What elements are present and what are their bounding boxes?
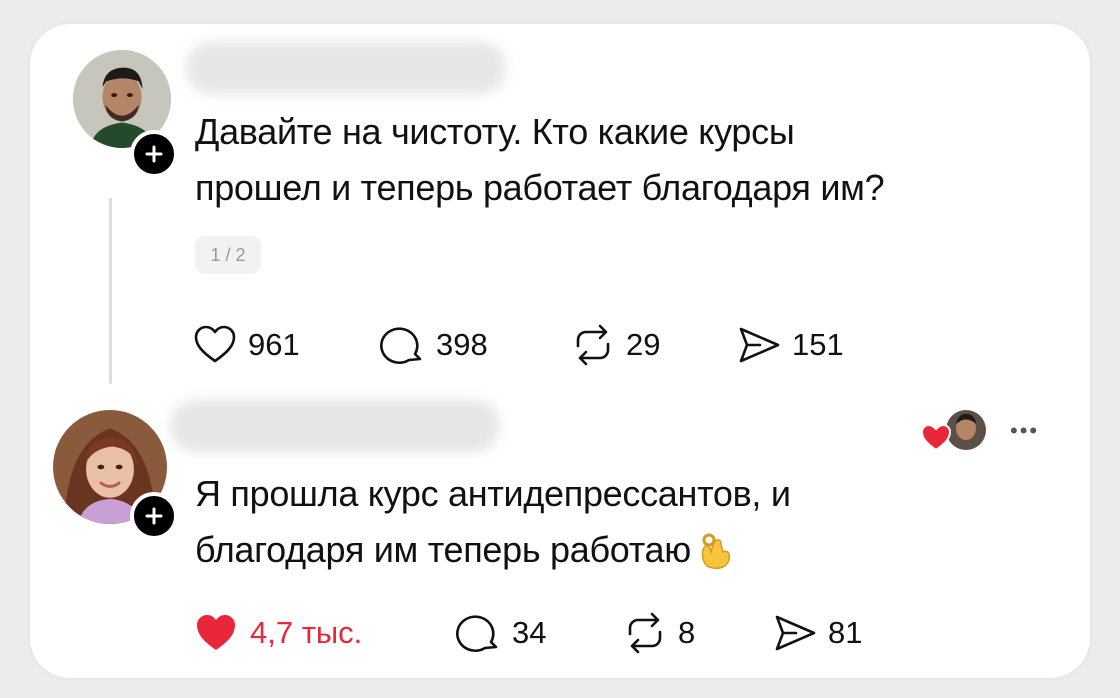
share-icon [775,615,816,651]
comment-button[interactable]: 398 [380,322,488,368]
share-count: 151 [792,327,844,362]
reply-author-name-redacted [170,400,500,452]
reply-reply-count: 34 [512,615,547,650]
comment-icon [456,615,498,652]
reply-repost-count: 8 [678,615,696,650]
post-text-line-1: Давайте на чистоту. Кто какие курсы [195,111,795,152]
author-liked-indicator [920,406,990,454]
post-text-line-2: прошел и теперь работает благодаря им? [195,167,885,208]
like-button[interactable]: 961 [192,322,300,368]
heart-outline-icon [194,325,236,363]
reply-share-button[interactable]: 81 [772,610,862,656]
repost-icon [628,612,662,654]
follow-plus-button[interactable] [130,130,178,178]
reply-like-count: 4,7 тыс. [250,615,363,650]
repost-count: 29 [626,327,661,362]
reply-text: Я прошла курс антидепрессантов, и благод… [195,466,1015,578]
reply-follow-plus-button[interactable] [130,492,178,540]
reply-text-line-2-text: благодаря им теперь работаю [195,529,691,570]
post-text: Давайте на чистоту. Кто какие курсы прош… [195,104,1015,216]
media-pager[interactable]: 1 / 2 [195,236,261,274]
heart-filled-icon [197,615,235,650]
reply-comment-button[interactable]: 34 [456,610,546,656]
comment-icon [380,327,422,364]
share-button[interactable]: 151 [736,322,844,368]
more-icon[interactable]: ••• [1010,418,1039,444]
reply-text-line-2: благодаря им теперь работаю [195,522,1015,578]
reply-repost-button[interactable]: 8 [622,610,695,656]
liked-heart-icon [920,423,952,452]
author-name-redacted [186,42,506,94]
reply-share-count: 81 [828,615,863,650]
reply-text-line-1: Я прошла курс антидепрессантов, и [195,473,791,514]
like-count: 961 [248,327,300,362]
share-icon [739,327,780,363]
ok-hand-emoji [701,533,731,570]
repost-icon [576,324,610,366]
repost-button[interactable]: 29 [570,322,660,368]
reply-count: 398 [436,327,488,362]
reply-like-button[interactable]: 4,7 тыс. [192,610,362,656]
thread-connector [109,198,112,384]
